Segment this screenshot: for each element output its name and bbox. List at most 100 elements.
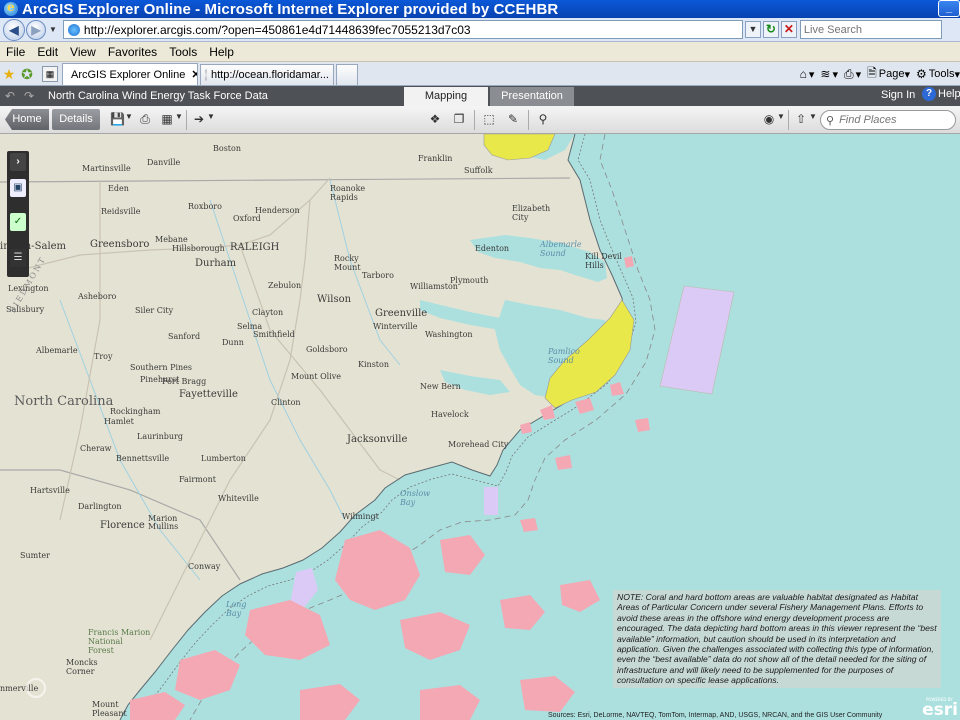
- water-label: Pamlico Sound: [548, 347, 580, 365]
- place-label: Reidsville: [101, 207, 141, 216]
- home-button[interactable]: Home: [5, 109, 49, 130]
- quick-tabs-icon[interactable]: ▦: [42, 66, 58, 82]
- place-label: Clinton: [271, 398, 301, 407]
- redo-icon[interactable]: ↷: [24, 89, 38, 103]
- water-label: Onslow Bay: [400, 489, 431, 507]
- water-label: Albemarle Sound: [540, 240, 582, 258]
- place-label: Jacksonville: [347, 434, 408, 445]
- undo-icon[interactable]: ↶: [5, 89, 19, 103]
- basemap-dropdown-icon[interactable]: ▼: [175, 112, 183, 121]
- place-label: Dunn: [222, 338, 244, 347]
- url-input[interactable]: [83, 22, 684, 37]
- menu-view[interactable]: View: [64, 45, 102, 59]
- place-label: New Bern: [420, 382, 461, 391]
- address-dropdown-icon[interactable]: ▼: [744, 21, 761, 38]
- minimize-icon[interactable]: _: [938, 0, 960, 17]
- palette-dropdown-icon[interactable]: ▼: [777, 112, 785, 121]
- place-label: Fayetteville: [179, 389, 238, 400]
- menu-tools[interactable]: Tools: [163, 45, 203, 59]
- place-label: Darlington: [78, 502, 122, 511]
- print-button[interactable]: ⎙ ▾: [844, 67, 861, 82]
- menu-edit[interactable]: Edit: [31, 45, 64, 59]
- menu-favorites[interactable]: Favorites: [102, 45, 163, 59]
- favorites-star-icon[interactable]: ★: [0, 63, 18, 85]
- menu-help[interactable]: Help: [203, 45, 240, 59]
- new-tab-button[interactable]: [336, 64, 358, 85]
- place-label: Williamston: [410, 282, 458, 291]
- tab-ocean-floridamarine[interactable]: http://ocean.floridamar...: [200, 64, 334, 85]
- sign-in-link[interactable]: Sign In: [881, 89, 915, 101]
- details-button[interactable]: Details: [52, 109, 100, 130]
- address-field[interactable]: [62, 20, 743, 39]
- find-places-box[interactable]: ⚲: [820, 110, 956, 130]
- place-label: Kinston: [358, 360, 389, 369]
- tab-arcgis-explorer[interactable]: ArcGIS Explorer Online ✕: [62, 63, 198, 85]
- save-icon[interactable]: 💾: [110, 112, 125, 126]
- refresh-icon[interactable]: ↻: [762, 21, 779, 38]
- tools-menu-button[interactable]: ⚙ Tools ▾: [916, 67, 960, 81]
- find-places-input[interactable]: [839, 114, 940, 126]
- history-dropdown-icon[interactable]: ▼: [49, 25, 57, 34]
- search-icon: ⚲: [826, 114, 835, 127]
- state-label: North Carolina: [14, 394, 114, 409]
- place-label: Roanoke Rapids: [330, 184, 366, 202]
- map-navigation-control[interactable]: [26, 678, 46, 698]
- menu-file[interactable]: File: [0, 45, 31, 59]
- back-button[interactable]: ◀: [3, 18, 25, 41]
- place-label: Fort Bragg: [162, 377, 207, 386]
- layers-icon[interactable]: ❐: [452, 112, 466, 126]
- feeds-button[interactable]: ≋ ▾: [820, 67, 838, 81]
- expand-panel-icon[interactable]: ›: [10, 153, 26, 171]
- place-label: Lumberton: [201, 454, 246, 463]
- map-contents-icon[interactable]: ▣: [10, 179, 26, 197]
- legend-icon[interactable]: ☰: [10, 249, 26, 267]
- hard-bottom-note: NOTE: Coral and hard bottom areas are va…: [613, 590, 941, 688]
- esri-wordmark: esri: [922, 700, 958, 720]
- query-icon[interactable]: ⚲: [536, 112, 550, 126]
- measure-icon[interactable]: ✎: [506, 112, 520, 126]
- add-favorite-icon[interactable]: ✪: [18, 63, 36, 85]
- window-title: ArcGIS Explorer Online - Microsoft Inter…: [22, 0, 559, 18]
- page-icon: [67, 23, 80, 36]
- place-label: Mount Pleasant: [92, 700, 127, 718]
- share-icon[interactable]: ⇧: [794, 112, 808, 126]
- select-icon[interactable]: ⬚: [482, 112, 496, 126]
- toolbar-divider: [474, 110, 475, 130]
- navigate-dropdown-icon[interactable]: ▼: [207, 112, 215, 121]
- palette-icon[interactable]: ◉: [762, 112, 776, 126]
- navigate-icon[interactable]: ➔: [192, 112, 206, 126]
- water-label: Long Bay: [226, 600, 247, 618]
- powered-by-text: POWERED BY: [926, 697, 953, 702]
- help-link[interactable]: ? Help: [922, 87, 960, 101]
- rss-icon: ≋: [820, 67, 831, 81]
- print-icon[interactable]: ⎙: [138, 112, 152, 126]
- basemap-icon[interactable]: ▦: [160, 112, 174, 126]
- page-menu-button[interactable]: 🗎 Page ▾: [867, 64, 910, 85]
- share-dropdown-icon[interactable]: ▼: [809, 112, 817, 121]
- live-search-box[interactable]: [799, 20, 942, 39]
- printer-icon: ⎙: [843, 66, 854, 81]
- forward-button[interactable]: ▶: [26, 19, 46, 40]
- place-label: Oxford: [233, 214, 261, 223]
- live-search-input[interactable]: [800, 23, 921, 36]
- ie-icon: [4, 0, 18, 16]
- map-view[interactable]: Danville Martinsville Eden Reidsville in…: [0, 134, 960, 720]
- app-header: ↶ ↷ North Carolina Wind Energy Task Forc…: [0, 86, 960, 106]
- place-label: Franklin: [418, 154, 453, 163]
- window-title-bar: ArcGIS Explorer Online - Microsoft Inter…: [0, 0, 960, 18]
- close-tab-icon[interactable]: ✕: [191, 68, 197, 81]
- place-label: Durham: [195, 258, 237, 269]
- edit-notes-icon[interactable]: ✓: [10, 213, 26, 231]
- map-side-toolbar: › ▣ ✓ ☰: [7, 151, 29, 277]
- place-label: Florence: [100, 520, 145, 531]
- house-icon: ⌂: [799, 67, 807, 81]
- stop-icon[interactable]: ✕: [780, 21, 797, 38]
- save-dropdown-icon[interactable]: ▼: [125, 112, 133, 121]
- place-label: Rockingham: [110, 407, 161, 416]
- place-label: Sumter: [20, 551, 50, 560]
- add-note-icon[interactable]: ❖: [428, 112, 442, 126]
- tab-presentation[interactable]: Presentation: [490, 87, 574, 106]
- page-favicon-icon: [205, 69, 207, 81]
- tab-mapping[interactable]: Mapping: [404, 87, 488, 106]
- home-page-button[interactable]: ⌂ ▾: [800, 67, 815, 81]
